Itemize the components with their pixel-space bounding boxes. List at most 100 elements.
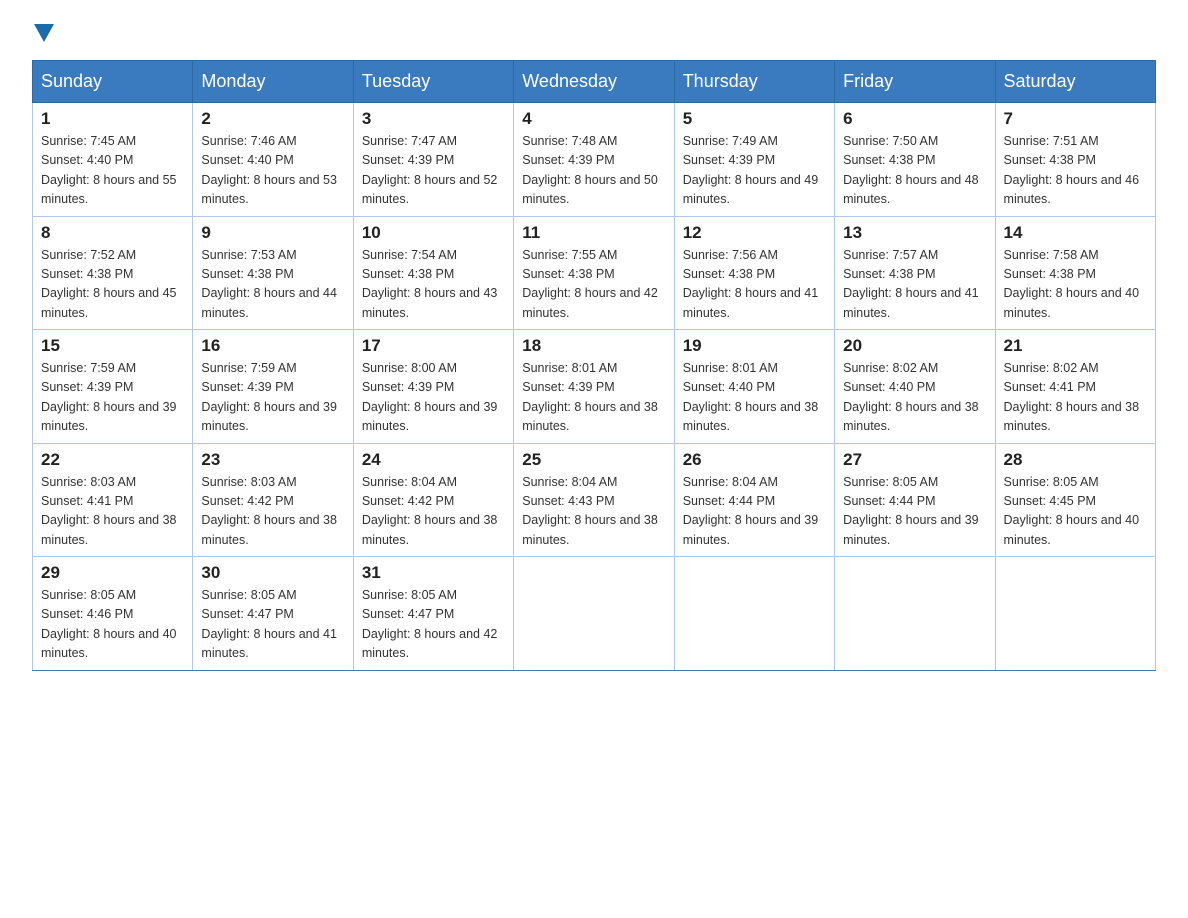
- day-info: Sunrise: 8:03 AMSunset: 4:42 PMDaylight:…: [201, 473, 344, 551]
- day-info: Sunrise: 7:54 AMSunset: 4:38 PMDaylight:…: [362, 246, 505, 324]
- calendar-cell: 14Sunrise: 7:58 AMSunset: 4:38 PMDayligh…: [995, 216, 1155, 330]
- calendar-cell: 5 Sunrise: 7:49 AMSunset: 4:39 PMDaylight…: [674, 103, 834, 217]
- day-number: 4: [522, 109, 665, 129]
- day-number: 14: [1004, 223, 1147, 243]
- day-number: 23: [201, 450, 344, 470]
- calendar-cell: 23 Sunrise: 8:03 AMSunset: 4:42 PMDayligh…: [193, 443, 353, 557]
- day-info: Sunrise: 7:59 AMSunset: 4:39 PMDaylight:…: [41, 359, 184, 437]
- day-info: Sunrise: 7:59 AMSunset: 4:39 PMDaylight:…: [201, 359, 344, 437]
- day-number: 9: [201, 223, 344, 243]
- day-number: 20: [843, 336, 986, 356]
- day-number: 17: [362, 336, 505, 356]
- day-info: Sunrise: 7:49 AMSunset: 4:39 PMDaylight:…: [683, 132, 826, 210]
- page-header: [32, 24, 1156, 42]
- day-number: 12: [683, 223, 826, 243]
- weekday-header-saturday: Saturday: [995, 61, 1155, 103]
- day-info: Sunrise: 7:55 AMSunset: 4:38 PMDaylight:…: [522, 246, 665, 324]
- calendar-cell: 13 Sunrise: 7:57 AMSunset: 4:38 PMDayligh…: [835, 216, 995, 330]
- day-info: Sunrise: 8:05 AMSunset: 4:45 PMDaylight:…: [1004, 473, 1147, 551]
- day-number: 25: [522, 450, 665, 470]
- day-info: Sunrise: 7:57 AMSunset: 4:38 PMDaylight:…: [843, 246, 986, 324]
- day-number: 26: [683, 450, 826, 470]
- calendar-cell: 15 Sunrise: 7:59 AMSunset: 4:39 PMDayligh…: [33, 330, 193, 444]
- day-info: Sunrise: 8:03 AMSunset: 4:41 PMDaylight:…: [41, 473, 184, 551]
- day-number: 29: [41, 563, 184, 583]
- weekday-header-monday: Monday: [193, 61, 353, 103]
- day-info: Sunrise: 8:04 AMSunset: 4:42 PMDaylight:…: [362, 473, 505, 551]
- weekday-header-row: SundayMondayTuesdayWednesdayThursdayFrid…: [33, 61, 1156, 103]
- calendar-table: SundayMondayTuesdayWednesdayThursdayFrid…: [32, 60, 1156, 671]
- day-number: 2: [201, 109, 344, 129]
- day-info: Sunrise: 7:50 AMSunset: 4:38 PMDaylight:…: [843, 132, 986, 210]
- calendar-cell: 24Sunrise: 8:04 AMSunset: 4:42 PMDayligh…: [353, 443, 513, 557]
- logo-arrow-icon: [34, 24, 54, 42]
- calendar-cell: 29 Sunrise: 8:05 AMSunset: 4:46 PMDayligh…: [33, 557, 193, 671]
- day-number: 15: [41, 336, 184, 356]
- day-info: Sunrise: 8:02 AMSunset: 4:40 PMDaylight:…: [843, 359, 986, 437]
- day-info: Sunrise: 8:05 AMSunset: 4:44 PMDaylight:…: [843, 473, 986, 551]
- calendar-cell: 2Sunrise: 7:46 AMSunset: 4:40 PMDaylight…: [193, 103, 353, 217]
- weekday-header-thursday: Thursday: [674, 61, 834, 103]
- logo: [32, 24, 56, 42]
- calendar-cell: 21Sunrise: 8:02 AMSunset: 4:41 PMDayligh…: [995, 330, 1155, 444]
- calendar-cell: 10 Sunrise: 7:54 AMSunset: 4:38 PMDayligh…: [353, 216, 513, 330]
- calendar-cell: [995, 557, 1155, 671]
- calendar-cell: 28Sunrise: 8:05 AMSunset: 4:45 PMDayligh…: [995, 443, 1155, 557]
- day-number: 16: [201, 336, 344, 356]
- calendar-cell: 1 Sunrise: 7:45 AMSunset: 4:40 PMDaylight…: [33, 103, 193, 217]
- calendar-cell: [835, 557, 995, 671]
- day-number: 13: [843, 223, 986, 243]
- day-info: Sunrise: 8:04 AMSunset: 4:43 PMDaylight:…: [522, 473, 665, 551]
- calendar-cell: 16 Sunrise: 7:59 AMSunset: 4:39 PMDayligh…: [193, 330, 353, 444]
- calendar-cell: [674, 557, 834, 671]
- day-info: Sunrise: 7:51 AMSunset: 4:38 PMDaylight:…: [1004, 132, 1147, 210]
- calendar-cell: 22 Sunrise: 8:03 AMSunset: 4:41 PMDayligh…: [33, 443, 193, 557]
- calendar-cell: 30 Sunrise: 8:05 AMSunset: 4:47 PMDayligh…: [193, 557, 353, 671]
- day-number: 1: [41, 109, 184, 129]
- calendar-cell: 17 Sunrise: 8:00 AMSunset: 4:39 PMDayligh…: [353, 330, 513, 444]
- day-info: Sunrise: 7:48 AMSunset: 4:39 PMDaylight:…: [522, 132, 665, 210]
- day-info: Sunrise: 7:53 AMSunset: 4:38 PMDaylight:…: [201, 246, 344, 324]
- calendar-cell: 12 Sunrise: 7:56 AMSunset: 4:38 PMDayligh…: [674, 216, 834, 330]
- calendar-week-row: 29 Sunrise: 8:05 AMSunset: 4:46 PMDayligh…: [33, 557, 1156, 671]
- day-info: Sunrise: 8:01 AMSunset: 4:39 PMDaylight:…: [522, 359, 665, 437]
- calendar-cell: 27 Sunrise: 8:05 AMSunset: 4:44 PMDayligh…: [835, 443, 995, 557]
- calendar-cell: 6 Sunrise: 7:50 AMSunset: 4:38 PMDaylight…: [835, 103, 995, 217]
- day-number: 3: [362, 109, 505, 129]
- day-number: 6: [843, 109, 986, 129]
- day-info: Sunrise: 7:56 AMSunset: 4:38 PMDaylight:…: [683, 246, 826, 324]
- day-number: 27: [843, 450, 986, 470]
- day-info: Sunrise: 7:47 AMSunset: 4:39 PMDaylight:…: [362, 132, 505, 210]
- day-info: Sunrise: 7:45 AMSunset: 4:40 PMDaylight:…: [41, 132, 184, 210]
- day-number: 18: [522, 336, 665, 356]
- weekday-header-friday: Friday: [835, 61, 995, 103]
- weekday-header-tuesday: Tuesday: [353, 61, 513, 103]
- day-number: 21: [1004, 336, 1147, 356]
- weekday-header-wednesday: Wednesday: [514, 61, 674, 103]
- weekday-header-sunday: Sunday: [33, 61, 193, 103]
- calendar-cell: 7 Sunrise: 7:51 AMSunset: 4:38 PMDaylight…: [995, 103, 1155, 217]
- day-info: Sunrise: 8:05 AMSunset: 4:47 PMDaylight:…: [201, 586, 344, 664]
- calendar-week-row: 22 Sunrise: 8:03 AMSunset: 4:41 PMDayligh…: [33, 443, 1156, 557]
- day-number: 7: [1004, 109, 1147, 129]
- calendar-week-row: 15 Sunrise: 7:59 AMSunset: 4:39 PMDayligh…: [33, 330, 1156, 444]
- calendar-cell: 31Sunrise: 8:05 AMSunset: 4:47 PMDayligh…: [353, 557, 513, 671]
- calendar-cell: 25 Sunrise: 8:04 AMSunset: 4:43 PMDayligh…: [514, 443, 674, 557]
- day-info: Sunrise: 8:00 AMSunset: 4:39 PMDaylight:…: [362, 359, 505, 437]
- calendar-cell: 3 Sunrise: 7:47 AMSunset: 4:39 PMDaylight…: [353, 103, 513, 217]
- day-info: Sunrise: 8:05 AMSunset: 4:46 PMDaylight:…: [41, 586, 184, 664]
- day-number: 19: [683, 336, 826, 356]
- calendar-cell: 18 Sunrise: 8:01 AMSunset: 4:39 PMDayligh…: [514, 330, 674, 444]
- day-info: Sunrise: 7:52 AMSunset: 4:38 PMDaylight:…: [41, 246, 184, 324]
- day-number: 22: [41, 450, 184, 470]
- calendar-cell: 8Sunrise: 7:52 AMSunset: 4:38 PMDaylight…: [33, 216, 193, 330]
- calendar-cell: 9 Sunrise: 7:53 AMSunset: 4:38 PMDaylight…: [193, 216, 353, 330]
- calendar-cell: [514, 557, 674, 671]
- day-number: 10: [362, 223, 505, 243]
- calendar-week-row: 8Sunrise: 7:52 AMSunset: 4:38 PMDaylight…: [33, 216, 1156, 330]
- calendar-cell: 19 Sunrise: 8:01 AMSunset: 4:40 PMDayligh…: [674, 330, 834, 444]
- day-info: Sunrise: 8:01 AMSunset: 4:40 PMDaylight:…: [683, 359, 826, 437]
- calendar-week-row: 1 Sunrise: 7:45 AMSunset: 4:40 PMDaylight…: [33, 103, 1156, 217]
- day-number: 5: [683, 109, 826, 129]
- day-number: 30: [201, 563, 344, 583]
